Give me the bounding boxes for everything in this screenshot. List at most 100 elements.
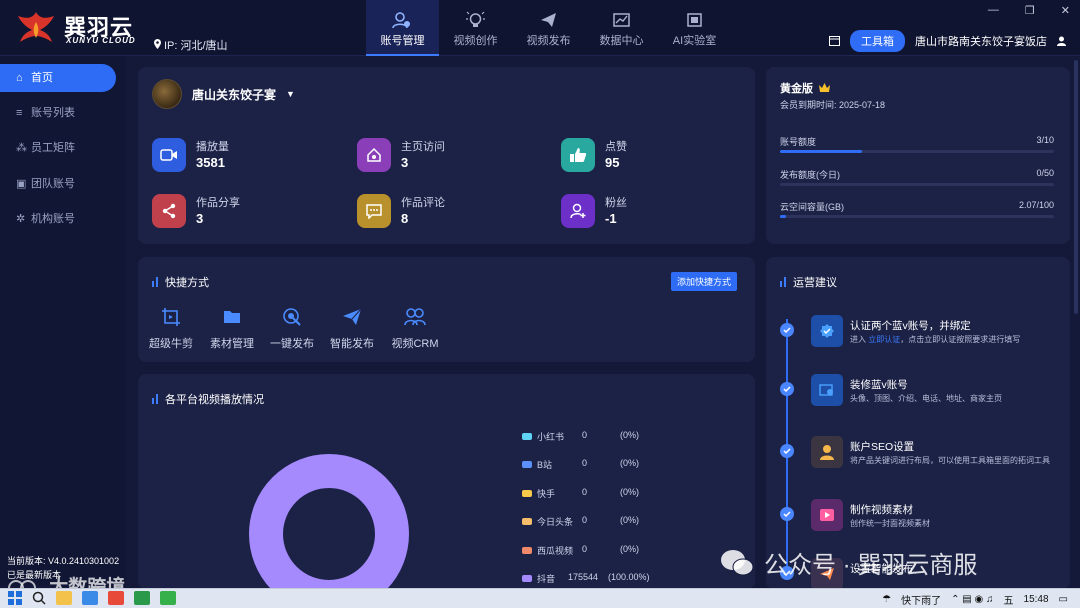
app-icon[interactable] (108, 591, 124, 605)
legend-swatch (522, 546, 532, 554)
stat-value: 95 (605, 155, 620, 170)
stat-shares: 作品分享 3 (152, 192, 332, 232)
location-pin-icon (154, 39, 161, 49)
legend-label: 今日头条 (537, 517, 574, 528)
sidebar-item-account-list[interactable]: ≡ 账号列表 (0, 99, 116, 127)
legend-swatch (522, 489, 532, 497)
app-logo: 巽羽云 XUNYU CLOUD (14, 8, 144, 50)
home-icon: ⌂ (16, 72, 23, 84)
org-icon: ⁂ (16, 142, 27, 154)
wechat-app-icon[interactable] (160, 591, 176, 605)
ip-label: IP: 河北/唐山 (164, 40, 228, 52)
system-tray: ☂ 快下雨了 ⌃ ▤ ◉ ♫ 五 15:48 ▭ (882, 592, 1068, 607)
minimize-icon[interactable]: — (988, 4, 999, 17)
legend-item[interactable]: 今日头条 0 (0%) (522, 515, 682, 529)
app-icon[interactable] (134, 591, 150, 605)
store-name[interactable]: 唐山市路南关东饺子宴饭店 (915, 33, 1047, 49)
stat-value: 3581 (196, 155, 225, 170)
header-tools: 工具箱 唐山市路南关东饺子宴饭店 (829, 30, 1066, 52)
stat-followers: 粉丝 -1 (561, 192, 741, 232)
account-switcher[interactable]: 唐山关东饺子宴 ▼ (152, 79, 295, 109)
stat-value: 8 (401, 211, 409, 226)
sidebar-item-label: 机构账号 (31, 213, 75, 225)
verify-now-link[interactable]: 立即认证 (868, 335, 900, 344)
toolbox-button[interactable]: 工具箱 (850, 30, 905, 52)
user-icon[interactable] (1057, 36, 1066, 46)
tray-icons[interactable]: ⌃ ▤ ◉ ♫ (951, 594, 993, 605)
shortcut-video-crm[interactable]: 视频CRM (390, 307, 440, 351)
nav-ai-lab[interactable]: AI实验室 (658, 0, 731, 56)
section-title: 快捷方式 (165, 277, 209, 289)
weather-text[interactable]: 快下雨了 (901, 592, 941, 607)
membership-panel: 黄金版 会员到期时间: 2025-07-18 账号额度 3/10 发布额度(今日… (766, 67, 1070, 244)
follower-icon (561, 194, 595, 228)
ime-indicator[interactable]: 五 (1004, 592, 1014, 607)
legend-value: 0 (582, 486, 588, 497)
sidebar-item-staff-matrix[interactable]: ⁂ 员工矩阵 (0, 134, 116, 162)
quota-progress (780, 150, 1054, 153)
operation-advice-panel: 运营建议 认证两个蓝v账号，并绑定 进入 立即认证，点击立即认证按照要求进行填写… (766, 257, 1070, 589)
main-nav: 账号管理 视频创作 视频发布 数据中心 AI实验室 (366, 0, 731, 56)
sidebar-item-org-account[interactable]: ✲ 机构账号 (0, 205, 116, 233)
membership-expiry: 会员到期时间: 2025-07-18 (780, 100, 886, 110)
sidebar-item-label: 账号列表 (31, 107, 75, 119)
shortcut-material-management[interactable]: 素材管理 (207, 307, 257, 351)
crown-icon (819, 83, 831, 92)
legend-item[interactable]: 抖音 175544 (100.00%) (522, 572, 682, 586)
sidebar: ⌂ 首页 ≡ 账号列表 ⁂ 员工矩阵 ▣ 团队账号 ✲ 机构账号 当前版本: V4.0.2… (0, 56, 126, 586)
shortcut-smart-publish[interactable]: 智能发布 (327, 307, 377, 351)
advice-step: 账户SEO设置 将产品关键词进行布局，可以使用工具箱里面的拓词工具 (780, 436, 1060, 480)
close-icon[interactable]: ✕ (1061, 4, 1070, 17)
add-shortcut-button[interactable]: 添加快捷方式 (670, 272, 737, 291)
advice-step-title: 制作视频素材 (850, 504, 913, 516)
version-label: 当前版本: V4.0.2410301002 (7, 556, 120, 566)
shortcut-super-cut[interactable]: 超级牛剪 (146, 307, 196, 351)
stat-comments: 作品评论 8 (357, 192, 537, 232)
nav-account-management[interactable]: 账号管理 (366, 0, 439, 56)
shortcut-label: 视频CRM (391, 338, 439, 350)
legend-item[interactable]: 小红书 0 (0%) (522, 430, 682, 444)
layout-icon[interactable] (829, 36, 840, 46)
legend-item[interactable]: B站 0 (0%) (522, 458, 682, 472)
nav-label: 数据中心 (599, 35, 644, 47)
check-icon (780, 444, 794, 458)
clock[interactable]: 15:48 (1024, 594, 1049, 605)
quota-label: 发布额度(今日) (780, 170, 840, 180)
sidebar-item-home[interactable]: ⌂ 首页 (0, 64, 116, 92)
shortcuts-title: 快捷方式 (152, 274, 209, 290)
stat-home-visits: 主页访问 3 (357, 136, 537, 176)
nav-data-center[interactable]: 数据中心 (585, 0, 658, 56)
shortcuts-panel: 快捷方式 添加快捷方式 超级牛剪 素材管理 一键发布 智能发布 视频CRM (138, 257, 755, 362)
legend-percent: (0%) (620, 486, 640, 497)
donut-slice-5[interactable] (249, 454, 409, 589)
legend-value: 0 (582, 430, 588, 440)
legend-label: 小红书 (537, 432, 565, 442)
sidebar-item-team-account[interactable]: ▣ 团队账号 (0, 170, 116, 198)
shortcut-one-click-publish[interactable]: 一键发布 (267, 307, 317, 351)
chevron-down-icon: ▼ (286, 89, 295, 99)
legend-swatch (522, 461, 532, 469)
advice-step: 装修蓝v账号 头像、顶图、介绍、电话、地址、商家主页 (780, 374, 1060, 418)
page-scrollbar[interactable] (1074, 60, 1078, 314)
advice-step-desc: 创作统一封面视频素材 (850, 519, 930, 528)
nav-video-creation[interactable]: 视频创作 (439, 0, 512, 56)
nav-video-publish[interactable]: 视频发布 (512, 0, 585, 56)
legend-percent: (0%) (620, 430, 640, 440)
nav-label: 账号管理 (380, 35, 425, 47)
restore-icon[interactable]: ❐ (1025, 4, 1035, 17)
legend-item[interactable]: 快手 0 (0%) (522, 487, 682, 501)
windows-start-icon[interactable] (8, 591, 22, 605)
legend-label: B站 (537, 460, 553, 471)
sidebar-item-label: 首页 (31, 72, 53, 84)
legend-percent: (0%) (620, 458, 640, 469)
os-taskbar: ☂ 快下雨了 ⌃ ▤ ◉ ♫ 五 15:48 ▭ (0, 588, 1080, 608)
search-icon[interactable] (32, 591, 46, 605)
bulb-icon (466, 11, 485, 27)
folder-app-icon[interactable] (56, 591, 72, 605)
check-icon (780, 323, 794, 337)
legend-item[interactable]: 西瓜视频 0 (0%) (522, 544, 682, 558)
app-icon[interactable] (82, 591, 98, 605)
users-icon (404, 308, 426, 326)
notification-icon[interactable]: ▭ (1059, 594, 1068, 605)
legend-percent: (100.00%) (608, 572, 650, 582)
